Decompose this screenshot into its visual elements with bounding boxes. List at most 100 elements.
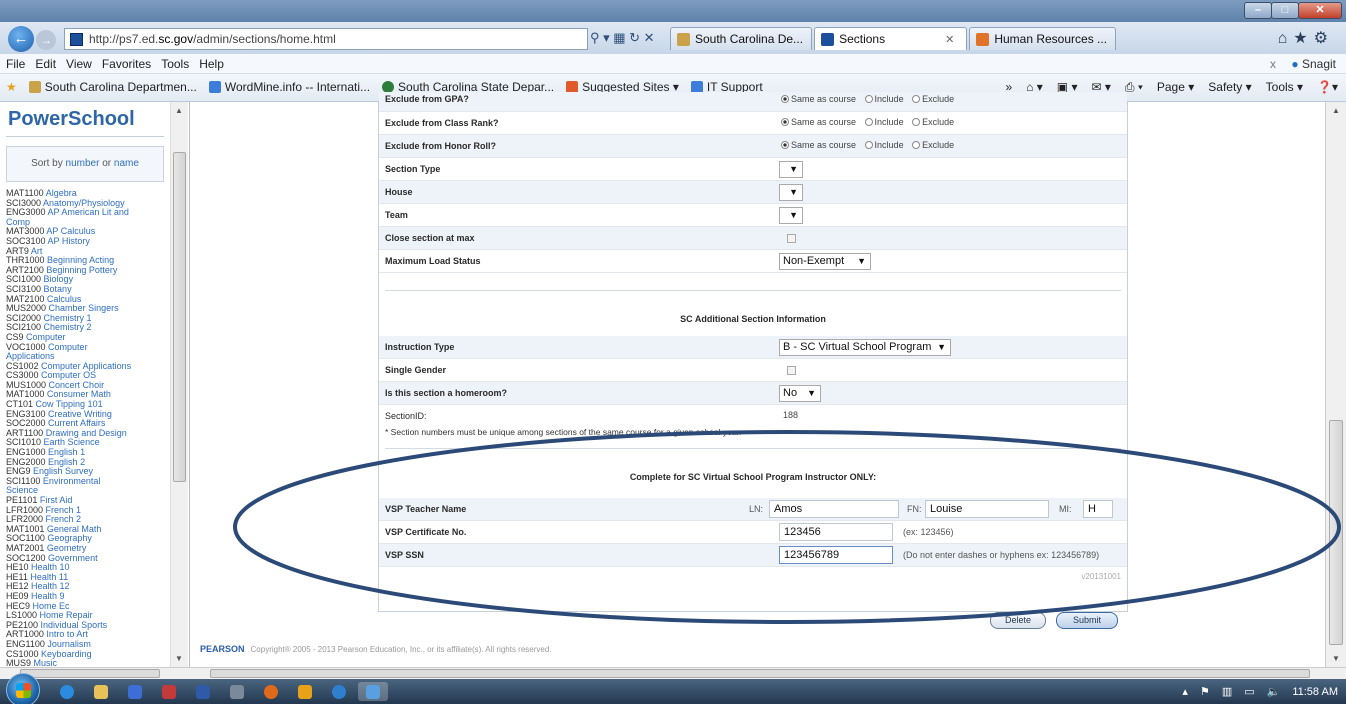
course-name-link[interactable]: Computer OS bbox=[41, 370, 96, 380]
max-load-select[interactable]: Non-Exempt ▼ bbox=[779, 253, 871, 270]
scrollbar-thumb[interactable] bbox=[1329, 420, 1343, 645]
course-name-link[interactable]: Geometry bbox=[47, 543, 87, 553]
snagit-taskbar-icon[interactable] bbox=[324, 682, 354, 701]
start-button[interactable] bbox=[6, 673, 40, 704]
course-name-link[interactable]: Beginning Acting bbox=[47, 255, 114, 265]
course-name-link[interactable]: Science bbox=[6, 485, 38, 496]
homeroom-select[interactable]: No ▼ bbox=[779, 385, 821, 402]
honor-roll-radio-group[interactable]: Same as course Include Exclude bbox=[781, 140, 960, 150]
media-taskbar-icon[interactable] bbox=[120, 682, 150, 701]
course-name-link[interactable]: Computer Applications bbox=[41, 361, 131, 371]
print-icon[interactable]: ⎙ ▾ bbox=[1125, 80, 1143, 95]
menu-edit[interactable]: Edit bbox=[35, 57, 56, 71]
radio-exclude[interactable] bbox=[912, 95, 921, 103]
close-at-max-checkbox[interactable] bbox=[787, 234, 796, 243]
course-name-link[interactable]: Creative Writing bbox=[48, 409, 112, 419]
sidebar-scrollbar[interactable]: ▲ ▼ bbox=[170, 102, 188, 667]
vsp-middle-initial-input[interactable]: H bbox=[1083, 500, 1113, 518]
home-star-gear-icons[interactable]: ⌂★⚙ bbox=[1278, 28, 1334, 48]
course-name-link[interactable]: Cow Tipping 101 bbox=[36, 399, 103, 409]
course-name-link[interactable]: Comp bbox=[6, 217, 30, 227]
course-list-item[interactable]: MUS9 Music bbox=[6, 658, 168, 667]
tool-taskbar-icon[interactable] bbox=[222, 682, 252, 701]
menu-favorites[interactable]: Favorites bbox=[102, 57, 151, 71]
word-taskbar-icon[interactable] bbox=[188, 682, 218, 701]
course-name-link[interactable]: Botany bbox=[44, 284, 72, 294]
menu-file[interactable]: File bbox=[6, 57, 25, 71]
sort-by-number-link[interactable]: number bbox=[66, 158, 100, 169]
team-select[interactable]: ▼ bbox=[779, 207, 803, 224]
section-type-select[interactable]: ▼ bbox=[779, 161, 803, 178]
radio-exclude[interactable] bbox=[912, 118, 921, 126]
maximize-button[interactable]: □ bbox=[1271, 2, 1299, 19]
course-name-link[interactable]: Health 11 bbox=[30, 572, 68, 582]
explorer-taskbar-icon[interactable] bbox=[86, 682, 116, 701]
menu-tools[interactable]: Tools bbox=[161, 57, 189, 71]
vsp-ssn-input[interactable]: 123456789 bbox=[779, 546, 893, 564]
radio-same[interactable] bbox=[781, 141, 789, 149]
course-name-link[interactable]: Government bbox=[48, 553, 98, 563]
menu-help[interactable]: Help bbox=[199, 57, 224, 71]
menu-view[interactable]: View bbox=[66, 57, 92, 71]
course-name-link[interactable]: Health 10 bbox=[31, 562, 70, 572]
course-name-link[interactable]: Home Repair bbox=[40, 610, 93, 620]
radio-same[interactable] bbox=[781, 118, 789, 126]
course-name-link[interactable]: Individual Sports bbox=[41, 620, 108, 630]
course-name-link[interactable]: English 1 bbox=[48, 447, 85, 457]
app-taskbar-icon[interactable] bbox=[154, 682, 184, 701]
scroll-down-icon[interactable]: ▼ bbox=[1332, 654, 1340, 663]
forward-button[interactable]: → bbox=[36, 30, 56, 50]
course-name-link[interactable]: Intro to Art bbox=[46, 629, 88, 640]
course-name-link[interactable]: Journalism bbox=[47, 639, 91, 649]
outlook-taskbar-icon[interactable] bbox=[290, 682, 320, 701]
firefox-taskbar-icon[interactable] bbox=[256, 682, 286, 701]
sort-by-name-link[interactable]: name bbox=[114, 158, 139, 169]
monitor-icon[interactable]: ▭ bbox=[1244, 685, 1254, 698]
favorites-star-icon[interactable]: ★ bbox=[6, 80, 17, 94]
address-bar[interactable]: http://ps7.ed.sc.gov/admin/sections/home… bbox=[64, 28, 588, 50]
vsp-certificate-input[interactable]: 123456 bbox=[779, 523, 893, 541]
course-name-link[interactable]: English Survey bbox=[33, 466, 93, 476]
favorite-item[interactable]: WordMine.info -- Internati... bbox=[208, 80, 370, 94]
course-name-link[interactable]: AP History bbox=[48, 236, 90, 246]
close-icon[interactable]: x bbox=[1270, 57, 1276, 71]
vsp-last-name-input[interactable]: Amos bbox=[769, 500, 899, 518]
snagit-toolbar[interactable]: x ● Snagit bbox=[1270, 57, 1336, 71]
clock[interactable]: 11:58 AM bbox=[1292, 686, 1338, 698]
sidebar-hscroll-thumb[interactable] bbox=[20, 669, 160, 678]
course-name-link[interactable]: Biology bbox=[44, 274, 74, 285]
instruction-type-select[interactable]: B - SC Virtual School Program ▼ bbox=[779, 339, 951, 356]
gpa-radio-group[interactable]: Same as course Include Exclude bbox=[781, 94, 960, 104]
course-name-link[interactable]: Environmental bbox=[43, 476, 101, 486]
close-tab-icon[interactable]: ✕ bbox=[945, 33, 954, 46]
safety-menu[interactable]: Safety ▾ bbox=[1208, 80, 1251, 95]
course-name-link[interactable]: Consumer Math bbox=[47, 389, 111, 400]
flag-icon[interactable]: ⚑ bbox=[1200, 685, 1210, 698]
main-scrollbar[interactable]: ▲ ▼ bbox=[1325, 102, 1346, 667]
course-name-link[interactable]: Computer bbox=[26, 332, 66, 342]
radio-include[interactable] bbox=[864, 118, 873, 126]
favorite-item[interactable]: South Carolina Departmen... bbox=[28, 80, 197, 94]
course-list-item[interactable]: ENG3000 AP American Lit and bbox=[6, 207, 168, 218]
course-name-link[interactable]: French 2 bbox=[46, 514, 82, 524]
scroll-down-icon[interactable]: ▼ bbox=[175, 654, 183, 663]
course-name-link[interactable]: Health 9 bbox=[31, 591, 65, 601]
course-name-link[interactable]: English 2 bbox=[48, 457, 85, 467]
course-name-link[interactable]: Chemistry 2 bbox=[44, 322, 92, 333]
volume-icon[interactable]: 🔈 bbox=[1267, 685, 1281, 698]
course-name-link[interactable]: Calculus bbox=[47, 294, 82, 304]
radio-include[interactable] bbox=[864, 141, 873, 149]
tab-sections[interactable]: Sections ✕ bbox=[814, 27, 968, 50]
scroll-up-icon[interactable]: ▲ bbox=[1332, 106, 1340, 115]
scrollbar-thumb[interactable] bbox=[173, 152, 186, 482]
course-name-link[interactable]: Geography bbox=[47, 533, 92, 544]
course-name-link[interactable]: Chamber Singers bbox=[49, 303, 119, 313]
network-icon[interactable]: ▥ bbox=[1222, 685, 1232, 698]
tab-south-carolina[interactable]: South Carolina De... bbox=[670, 27, 813, 50]
ie-taskbar-icon[interactable] bbox=[52, 682, 82, 701]
tray-arrow-icon[interactable]: ▴ bbox=[1182, 685, 1188, 698]
course-name-link[interactable]: Keyboarding bbox=[41, 649, 92, 659]
course-name-link[interactable]: Earth Science bbox=[44, 437, 100, 448]
tools-menu[interactable]: Tools ▾ bbox=[1266, 80, 1303, 95]
radio-same[interactable] bbox=[781, 95, 789, 103]
